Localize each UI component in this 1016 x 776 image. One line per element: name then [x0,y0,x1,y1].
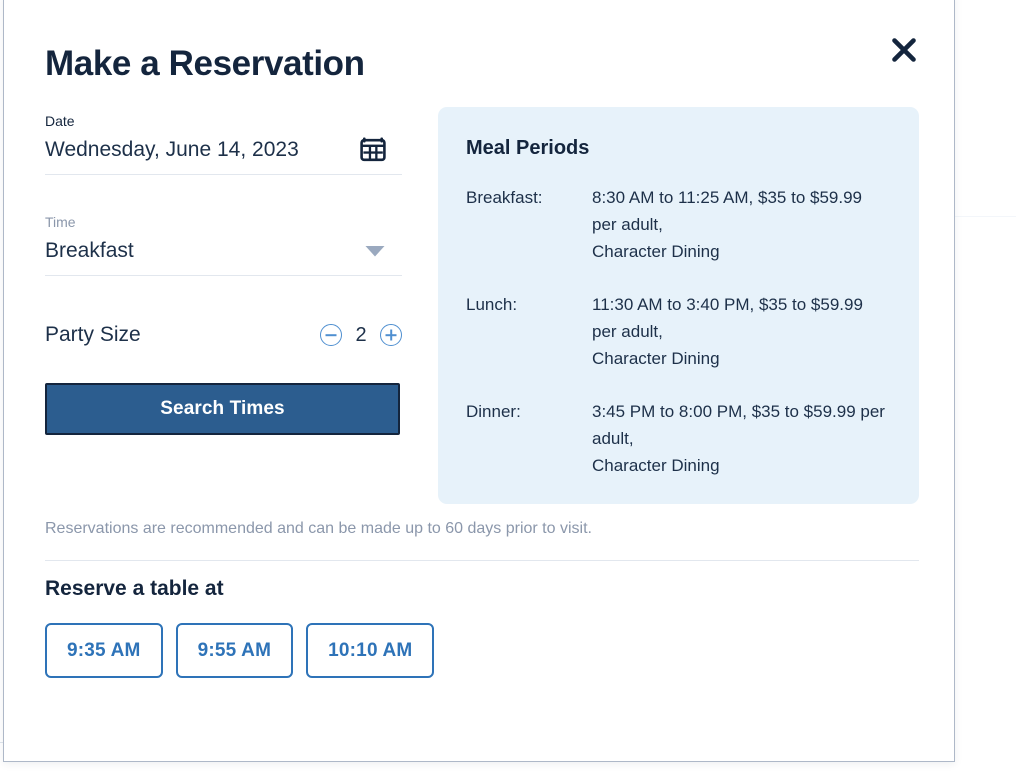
time-field[interactable]: Time Breakfast [45,213,402,276]
meal-period-description: 8:30 AM to 11:25 AM, $35 to $59.99 per a… [592,188,862,261]
party-size-value: 2 [355,323,367,346]
reservation-form: Date Wednesday, June 14, 2023 Time Break… [45,112,402,435]
meal-period-name: Breakfast: [466,188,543,207]
time-label: Time [45,214,76,230]
meal-period-row: Dinner: 3:45 PM to 8:00 PM, $35 to $59.9… [466,398,891,479]
party-size-increment-button[interactable] [380,324,402,346]
date-value: Wednesday, June 14, 2023 [45,138,299,161]
meal-periods-panel: Meal Periods Breakfast: 8:30 AM to 11:25… [438,107,919,504]
meal-period-description: 11:30 AM to 3:40 PM, $35 to $59.99 per a… [592,295,863,368]
party-size-label: Party Size [45,323,141,346]
time-slot-list: 9:35 AM 9:55 AM 10:10 AM [45,623,435,678]
party-size-decrement-button[interactable] [320,324,342,346]
time-slot-button[interactable]: 9:55 AM [175,623,294,678]
close-button[interactable] [880,26,928,74]
reserve-section-title: Reserve a table at [45,577,224,600]
time-value: Breakfast [45,239,134,262]
date-field[interactable]: Date Wednesday, June 14, 2023 [45,112,402,175]
time-slot-button[interactable]: 10:10 AM [306,623,435,678]
page-title: Make a Reservation [45,44,365,83]
reservation-modal: Make a Reservation Date Wednesday, June … [3,0,955,762]
quantity-stepper: 2 [320,324,402,347]
close-icon [889,35,919,65]
reservation-disclaimer: Reservations are recommended and can be … [45,520,592,537]
calendar-icon[interactable] [360,136,386,162]
search-times-button[interactable]: Search Times [45,383,400,435]
section-divider [45,560,919,561]
meal-period-row: Lunch: 11:30 AM to 3:40 PM, $35 to $59.9… [466,291,891,372]
party-size-row: Party Size 2 [45,318,402,352]
meal-period-name: Lunch: [466,295,518,314]
meal-period-description: 3:45 PM to 8:00 PM, $35 to $59.99 per ad… [592,402,885,475]
meal-periods-title: Meal Periods [466,137,590,159]
time-slot-button[interactable]: 9:35 AM [45,623,163,678]
date-label: Date [45,113,75,129]
chevron-down-icon[interactable] [364,244,386,258]
meal-period-row: Breakfast: 8:30 AM to 11:25 AM, $35 to $… [466,184,891,265]
meal-period-name: Dinner: [466,402,521,421]
